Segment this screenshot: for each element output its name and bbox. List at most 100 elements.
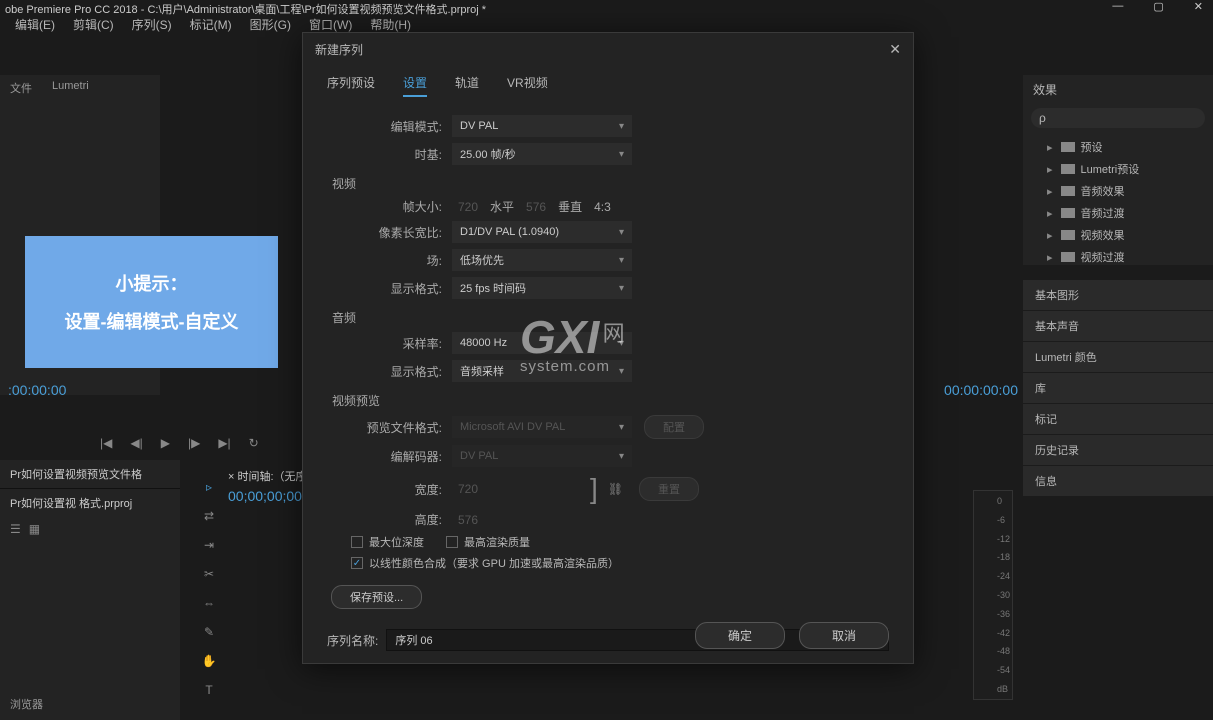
timebase-select[interactable]: 25.00 帧/秒▾ — [452, 143, 632, 165]
max-depth-checkbox[interactable] — [351, 536, 363, 548]
tab-file[interactable]: 文件 — [10, 80, 32, 96]
menu-marker[interactable]: 标记(M) — [190, 16, 232, 32]
tab-settings[interactable]: 设置 — [403, 74, 427, 97]
selection-tool-icon[interactable]: ▹ — [200, 478, 218, 496]
par-select[interactable]: D1/DV PAL (1.0940)▾ — [452, 221, 632, 243]
menu-bar: 编辑(E) 剪辑(C) 序列(S) 标记(M) 图形(G) 窗口(W) 帮助(H… — [0, 14, 1213, 34]
new-sequence-dialog: 新建序列 ✕ 序列预设 设置 轨道 VR视频 编辑模式: DV PAL▾ 时基:… — [302, 32, 914, 664]
step-fwd-icon[interactable]: |▶ — [188, 436, 200, 450]
panel-info[interactable]: 信息 — [1023, 466, 1213, 496]
effects-panel: 效果 ρ ▸预设 ▸Lumetri预设 ▸音频效果 ▸音频过渡 ▸视频效果 ▸视… — [1023, 75, 1213, 265]
razor-tool-icon[interactable]: ✂ — [200, 565, 218, 583]
tip-line1: 小提示： — [116, 270, 188, 296]
audio-disp-label: 显示格式: — [327, 363, 452, 380]
cancel-button[interactable]: 取消 — [799, 622, 889, 649]
save-preset-button[interactable]: 保存预设... — [331, 585, 422, 609]
codec-select: DV PAL▾ — [452, 445, 632, 467]
project-tab[interactable]: Pr如何设置视频预览文件格 — [0, 460, 180, 489]
edit-mode-select[interactable]: DV PAL▾ — [452, 115, 632, 137]
effects-lumetri[interactable]: ▸Lumetri预设 — [1023, 158, 1213, 180]
timebase-label: 时基: — [327, 146, 452, 163]
effects-presets[interactable]: ▸预设 — [1023, 136, 1213, 158]
tip-line2: 设置-编辑模式-自定义 — [65, 308, 239, 334]
fields-select[interactable]: 低场优先▾ — [452, 249, 632, 271]
effects-search[interactable]: ρ — [1031, 108, 1205, 128]
panel-lumetri-color[interactable]: Lumetri 颜色 — [1023, 342, 1213, 372]
panel-essential-graphics[interactable]: 基本图形 — [1023, 280, 1213, 310]
chevron-down-icon: ▾ — [619, 255, 624, 266]
max-quality-checkbox[interactable] — [446, 536, 458, 548]
ripple-edit-icon[interactable]: ⇥ — [200, 536, 218, 554]
project-item[interactable]: Pr如何设置视 格式.prproj — [0, 489, 180, 517]
panel-history[interactable]: 历史记录 — [1023, 435, 1213, 465]
height-label: 高度: — [327, 511, 452, 528]
dialog-title: 新建序列 — [315, 41, 363, 58]
maximize-icon[interactable]: ▢ — [1153, 0, 1163, 13]
panel-markers[interactable]: 标记 — [1023, 404, 1213, 434]
menu-clip[interactable]: 剪辑(C) — [73, 16, 114, 32]
panel-essential-sound[interactable]: 基本声音 — [1023, 311, 1213, 341]
sample-rate-select[interactable]: 48000 Hz▾ — [452, 332, 632, 354]
program-timecode[interactable]: 00:00:00:00 — [944, 382, 1018, 398]
fields-label: 场: — [327, 252, 452, 269]
goto-out-icon[interactable]: ▶| — [218, 436, 230, 450]
menu-window[interactable]: 窗口(W) — [309, 16, 352, 32]
icon-view-icon[interactable]: ▦ — [29, 522, 40, 536]
source-timecode[interactable]: :00:00:00 — [8, 382, 66, 398]
menu-help[interactable]: 帮助(H) — [370, 16, 411, 32]
track-select-icon[interactable]: ⇄ — [200, 507, 218, 525]
step-back-icon[interactable]: ◀| — [130, 436, 142, 450]
reset-button: 重置 — [639, 477, 699, 501]
menu-edit[interactable]: 编辑(E) — [15, 16, 55, 32]
effects-audio-trans[interactable]: ▸音频过渡 — [1023, 202, 1213, 224]
effects-video-fx[interactable]: ▸视频效果 — [1023, 224, 1213, 246]
audio-disp-select[interactable]: 音频采样▾ — [452, 360, 632, 382]
preview-fmt-select: Microsoft AVI DV PAL▾ — [452, 416, 632, 438]
tab-lumetri[interactable]: Lumetri — [52, 80, 89, 96]
linear-color-label: 以线性颜色合成（要求 GPU 加速或最高渲染品质） — [369, 555, 619, 571]
dialog-close-icon[interactable]: ✕ — [889, 41, 901, 58]
menu-sequence[interactable]: 序列(S) — [132, 16, 172, 32]
audio-meter: 0 -6 -12 -18 -24 -30 -36 -42 -48 -54 dB — [973, 490, 1013, 700]
minimize-icon[interactable]: — — [1112, 0, 1123, 13]
timeline-tab[interactable]: × 时间轴:（无序 — [228, 468, 312, 484]
config-button: 配置 — [644, 415, 704, 439]
chevron-down-icon: ▾ — [619, 338, 624, 349]
menu-graphics[interactable]: 图形(G) — [250, 16, 291, 32]
ok-button[interactable]: 确定 — [695, 622, 785, 649]
type-tool-icon[interactable]: T — [200, 681, 218, 699]
hand-tool-icon[interactable]: ✋ — [200, 652, 218, 670]
browser-label[interactable]: 浏览器 — [10, 696, 43, 712]
close-icon[interactable]: ✕ — [1194, 0, 1203, 13]
effects-video-trans[interactable]: ▸视频过渡 — [1023, 246, 1213, 268]
project-panel: Pr如何设置视频预览文件格 Pr如何设置视 格式.prproj ☰ ▦ 浏览器 — [0, 460, 180, 720]
audio-section-label: 音频 — [332, 309, 889, 326]
linear-color-checkbox[interactable] — [351, 557, 363, 569]
transport-controls: |◀ ◀| ▶ |▶ ▶| ↻ — [100, 436, 259, 450]
disp-fmt-select[interactable]: 25 fps 时间码▾ — [452, 277, 632, 299]
pen-tool-icon[interactable]: ✎ — [200, 623, 218, 641]
panel-libraries[interactable]: 库 — [1023, 373, 1213, 403]
list-view-icon[interactable]: ☰ — [10, 522, 21, 536]
tab-vr[interactable]: VR视频 — [507, 74, 548, 97]
tab-presets[interactable]: 序列预设 — [327, 74, 375, 97]
frame-height: 576 — [520, 200, 552, 214]
disp-fmt-label: 显示格式: — [327, 280, 452, 297]
link-icon[interactable]: ⛓ — [604, 482, 627, 496]
goto-in-icon[interactable]: |◀ — [100, 436, 112, 450]
video-section-label: 视频 — [332, 175, 889, 192]
preview-height: 576 — [452, 513, 484, 527]
effects-title[interactable]: 效果 — [1023, 75, 1213, 104]
width-label: 宽度: — [327, 481, 452, 498]
aspect-ratio: 4:3 — [588, 200, 617, 214]
play-icon[interactable]: ▶ — [161, 436, 170, 450]
effects-audio-fx[interactable]: ▸音频效果 — [1023, 180, 1213, 202]
slip-tool-icon[interactable]: ⇔ — [200, 594, 218, 612]
sample-rate-label: 采样率: — [327, 335, 452, 352]
app-title: obe Premiere Pro CC 2018 - C:\用户\Adminis… — [5, 4, 486, 16]
tab-tracks[interactable]: 轨道 — [455, 74, 479, 97]
codec-label: 编解码器: — [327, 448, 452, 465]
loop-icon[interactable]: ↻ — [249, 436, 259, 450]
chevron-down-icon: ▾ — [619, 283, 624, 294]
timeline-timecode[interactable]: 00;00;00;00 — [228, 488, 312, 504]
